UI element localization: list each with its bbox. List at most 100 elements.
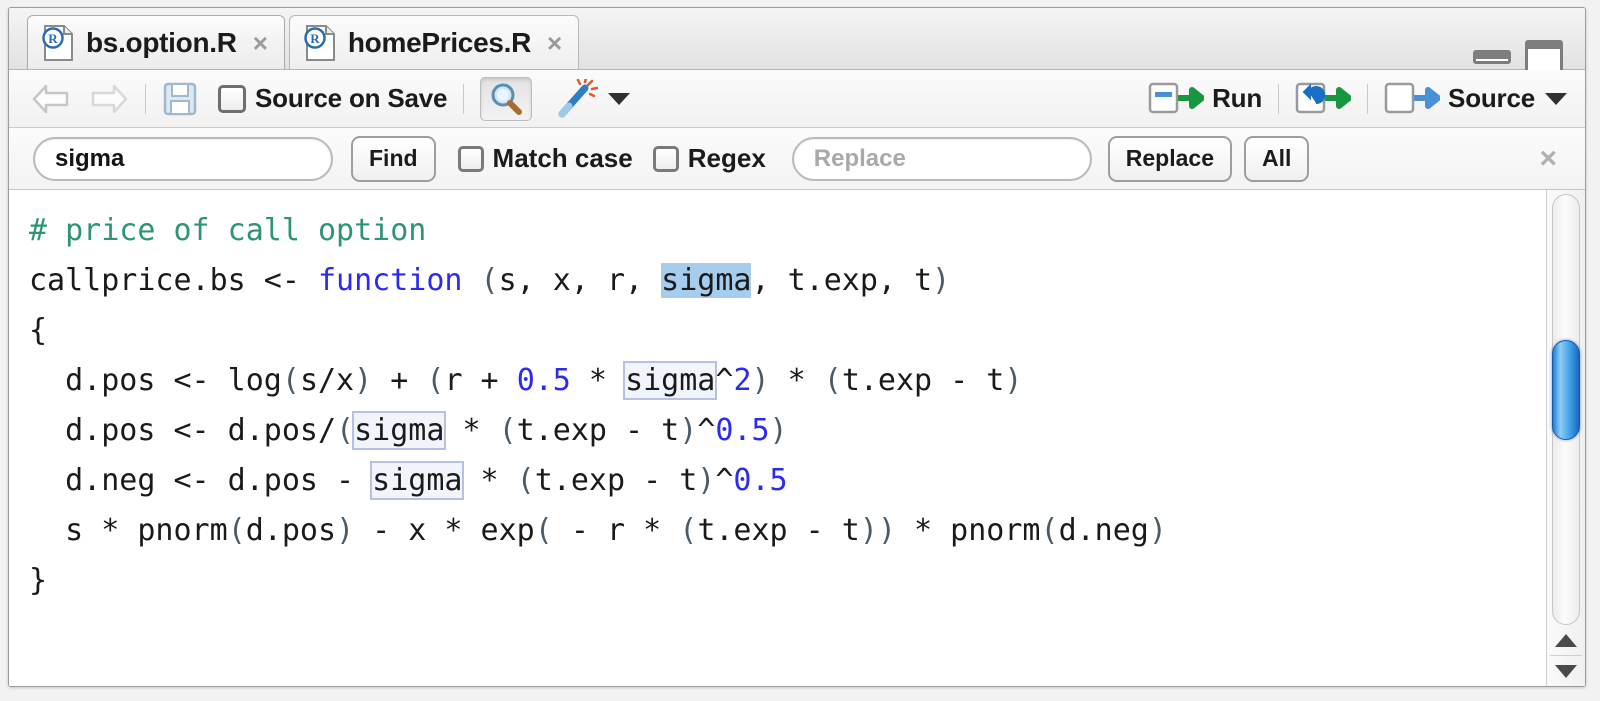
r-file-icon: R [304,24,336,61]
scroll-down-button[interactable] [1547,656,1585,686]
code-paren: ) [354,363,373,398]
replace-all-button[interactable]: All [1244,135,1310,182]
scrollbar-track[interactable] [1552,194,1580,625]
code-paren: ) [769,413,788,448]
search-match[interactable]: sigma [623,361,718,400]
run-label: Run [1212,83,1263,113]
editor-tab-bar: R bs.option.R × R homePrices.R × [9,8,1585,74]
code-paren: ) [751,363,770,398]
regex-checkbox[interactable]: Regex [652,143,766,174]
editor-tab-label: homePrices.R [347,26,532,58]
code-paren: ) [932,263,951,298]
triangle-down-icon [1555,664,1577,678]
find-replace-bar: sigma Find Match case Regex Replace Repl… [9,128,1585,190]
back-arrow-icon [32,84,69,113]
back-button[interactable] [31,82,71,116]
editor-tab-bs-option-r[interactable]: R bs.option.R × [27,15,285,69]
window-controls [1473,40,1563,74]
editor-tab-label: bs.option.R [86,26,237,58]
code-paren: ) [1148,513,1167,548]
active-search-match[interactable]: sigma [661,263,752,298]
rerun-button[interactable] [1295,80,1352,118]
match-case-checkbox[interactable]: Match case [457,143,633,174]
checkbox-box [218,84,246,113]
toolbar-divider [1278,83,1280,114]
code-paren: ( [679,513,698,548]
forward-button[interactable] [89,82,129,116]
rstudio-source-window: R bs.option.R × R homePrices.R × Source … [8,7,1586,687]
code-paren: ( [336,413,355,448]
run-icon [1148,82,1205,113]
run-button[interactable]: Run [1148,80,1262,118]
code-number: 0.5 [516,363,571,398]
checkbox-box [457,145,484,172]
code-number: 2 [733,363,752,398]
vertical-scrollbar[interactable] [1546,190,1585,686]
chevron-down-icon [608,92,631,105]
code-tools-button[interactable] [554,78,631,119]
source-label: Source [1448,83,1535,113]
search-match[interactable]: sigma [370,461,465,500]
search-match[interactable]: sigma [352,411,447,450]
magnifier-icon [491,83,523,115]
code-paren: ( [1040,513,1059,548]
find-button[interactable]: Find [351,135,436,182]
code-paren: ) [697,463,716,498]
replace-input[interactable]: Replace [791,136,1092,181]
code-paren: ( [823,363,842,398]
code-number: 0.5 [715,413,770,448]
save-button[interactable] [162,81,198,117]
code-number: 0.5 [733,463,788,498]
code-paren: ( [281,363,300,398]
code-paren: ) [336,513,355,548]
code-paren: ( [534,513,553,548]
code-paren: ) [877,513,896,548]
code-line: d.pos <- log(s/x) + (r + 0.5 * sigma^2) … [29,361,1023,400]
editor-tab-home-prices-r[interactable]: R homePrices.R × [288,15,580,69]
magic-wand-icon [558,78,599,117]
code-line: } [29,563,48,598]
triangle-up-icon [1555,633,1577,647]
code-paren: ) [1004,363,1023,398]
tab-close-icon[interactable]: × [253,30,268,56]
code-paren: ( [227,513,246,548]
editor-toolbar: Source on Save Run Source [9,70,1585,128]
find-replace-button[interactable] [480,76,533,121]
toolbar-divider [463,83,465,114]
code-paren: ) [679,413,698,448]
code-line: { [29,313,48,348]
code-paren: ( [426,363,445,398]
close-find-bar-icon[interactable]: × [1539,142,1567,176]
code-keyword: function [317,263,463,298]
code-line: s * pnorm(d.pos) - x * exp( - r * (t.exp… [29,513,1167,548]
tab-close-icon[interactable]: × [547,30,562,56]
minimize-icon[interactable] [1473,50,1511,64]
svg-text:R: R [48,31,58,46]
toolbar-divider [1367,83,1369,114]
source-button[interactable]: Source [1384,80,1567,118]
toolbar-divider [145,83,146,114]
match-case-label: Match case [492,143,633,173]
scrollbar-thumb[interactable] [1552,340,1580,440]
chevron-down-icon [1545,92,1567,105]
source-code[interactable]: # price of call option callprice.bs <- fu… [9,190,1546,686]
code-paren: ( [498,413,517,448]
maximize-icon[interactable] [1525,40,1563,74]
find-input[interactable]: sigma [33,136,333,181]
code-paren: ( [516,463,535,498]
svg-text:R: R [310,31,320,46]
replace-button[interactable]: Replace [1107,135,1232,182]
regex-label: Regex [687,143,766,173]
save-icon [163,82,197,115]
source-on-save-label: Source on Save [255,83,448,113]
code-line: callprice.bs <- function (s, x, r, sigma… [29,263,951,298]
forward-arrow-icon [91,84,128,113]
source-on-save-checkbox[interactable]: Source on Save [218,83,447,114]
scroll-up-button[interactable] [1547,625,1585,655]
toolbar-right-group: Run Source [1148,80,1567,118]
code-editor-area[interactable]: # price of call option callprice.bs <- fu… [9,190,1585,686]
re-run-icon [1295,82,1352,113]
code-line: d.pos <- d.pos/(sigma * (t.exp - t)^0.5) [29,411,788,450]
code-paren: ) [859,513,878,548]
code-comment: # price of call option [29,213,427,248]
